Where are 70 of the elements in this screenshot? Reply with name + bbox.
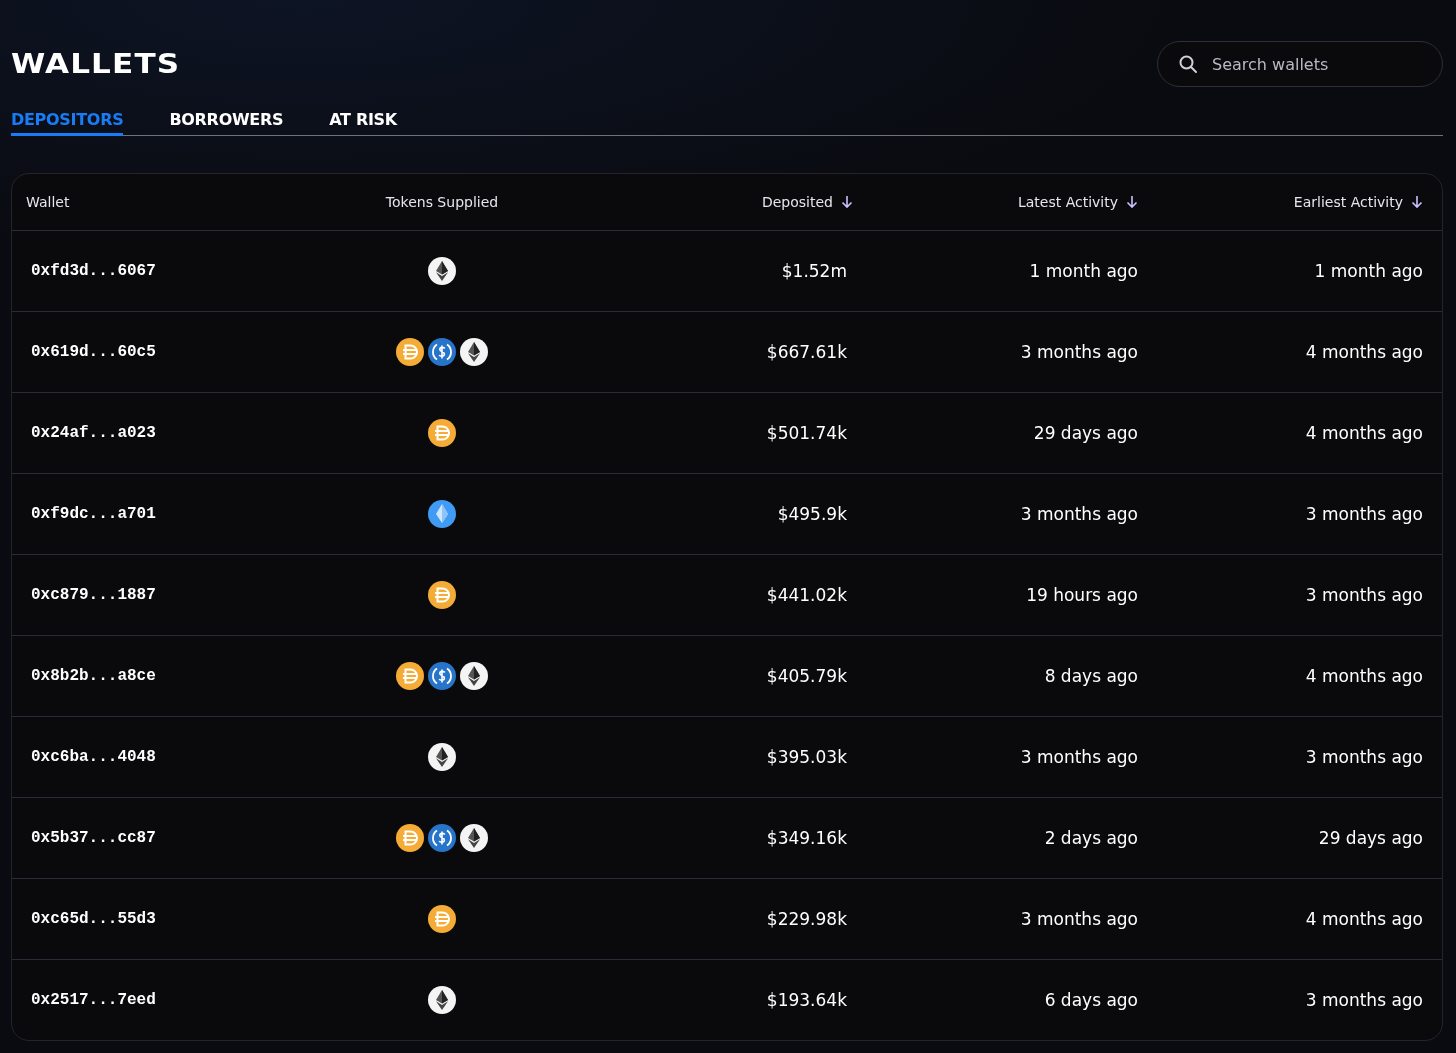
diamond-coin-icon	[460, 662, 488, 690]
dollar-coin-icon	[428, 338, 456, 366]
search-icon	[1178, 54, 1198, 74]
earliest-activity: 3 months ago	[1304, 585, 1424, 605]
latest-activity: 8 days ago	[1043, 666, 1139, 686]
wallet-address: 0xfd3d...6067	[30, 262, 157, 280]
column-header[interactable]: Earliest Activity	[1293, 194, 1423, 210]
wallet-address: 0x24af...a023	[30, 424, 157, 442]
wallet-address: 0xc6ba...4048	[30, 748, 157, 766]
deposited-amount: $395.03k	[765, 747, 848, 767]
deposited-amount: $495.9k	[776, 504, 848, 524]
d-coin-icon	[396, 824, 424, 852]
diamond-coin-icon	[460, 338, 488, 366]
column-header[interactable]: Deposited	[761, 194, 853, 210]
diamond-coin-icon	[460, 824, 488, 852]
column-header[interactable]: Latest Activity	[1017, 194, 1138, 210]
latest-activity: 6 days ago	[1043, 990, 1139, 1010]
diamond-coin-icon	[428, 257, 456, 285]
page-title: WALLETS	[11, 47, 181, 79]
latest-activity: 29 days ago	[1032, 423, 1139, 443]
d-coin-icon	[396, 338, 424, 366]
d-coin-icon	[428, 419, 456, 447]
diamond-coin-icon	[428, 500, 456, 528]
earliest-activity: 4 months ago	[1304, 909, 1424, 929]
latest-activity: 2 days ago	[1043, 828, 1139, 848]
wallet-address: 0xc65d...55d3	[30, 910, 157, 928]
wallet-address: 0x2517...7eed	[30, 991, 157, 1009]
d-coin-icon	[428, 905, 456, 933]
arrow-down-icon	[1411, 195, 1423, 209]
tab[interactable]: BORROWERS	[169, 110, 284, 136]
latest-activity: 19 hours ago	[1025, 585, 1139, 605]
wallet-address: 0x5b37...cc87	[30, 829, 157, 847]
earliest-activity: 3 months ago	[1304, 990, 1424, 1010]
diamond-coin-icon	[428, 743, 456, 771]
wallet-address: 0x619d...60c5	[30, 343, 157, 361]
latest-activity: 3 months ago	[1019, 504, 1139, 524]
earliest-activity: 29 days ago	[1317, 828, 1424, 848]
latest-activity: 1 month ago	[1028, 261, 1139, 281]
wallet-address: 0x8b2b...a8ce	[30, 667, 157, 685]
arrow-down-icon	[841, 195, 853, 209]
latest-activity: 3 months ago	[1019, 342, 1139, 362]
deposited-amount: $349.16k	[765, 828, 848, 848]
search-field[interactable]: Search wallets	[1157, 41, 1443, 87]
latest-activity: 3 months ago	[1019, 747, 1139, 767]
d-coin-icon	[396, 662, 424, 690]
deposited-amount: $1.52m	[780, 261, 848, 281]
deposited-amount: $229.98k	[765, 909, 848, 929]
earliest-activity: 4 months ago	[1304, 666, 1424, 686]
deposited-amount: $667.61k	[765, 342, 848, 362]
tab[interactable]: AT RISK	[329, 110, 397, 136]
earliest-activity: 4 months ago	[1304, 423, 1424, 443]
dollar-coin-icon	[428, 824, 456, 852]
wallet-address: 0xc879...1887	[30, 586, 157, 604]
column-header: Tokens Supplied	[385, 194, 499, 210]
earliest-activity: 3 months ago	[1304, 504, 1424, 524]
earliest-activity: 3 months ago	[1304, 747, 1424, 767]
tab[interactable]: DEPOSITORS	[11, 110, 124, 136]
deposited-amount: $441.02k	[765, 585, 848, 605]
latest-activity: 3 months ago	[1019, 909, 1139, 929]
earliest-activity: 4 months ago	[1304, 342, 1424, 362]
dollar-coin-icon	[428, 662, 456, 690]
wallet-address: 0xf9dc...a701	[30, 505, 157, 523]
d-coin-icon	[428, 581, 456, 609]
deposited-amount: $405.79k	[765, 666, 848, 686]
diamond-coin-icon	[428, 986, 456, 1014]
deposited-amount: $501.74k	[765, 423, 848, 443]
earliest-activity: 1 month ago	[1313, 261, 1424, 281]
arrow-down-icon	[1126, 195, 1138, 209]
column-header: Wallet	[26, 194, 70, 210]
deposited-amount: $193.64k	[765, 990, 848, 1010]
